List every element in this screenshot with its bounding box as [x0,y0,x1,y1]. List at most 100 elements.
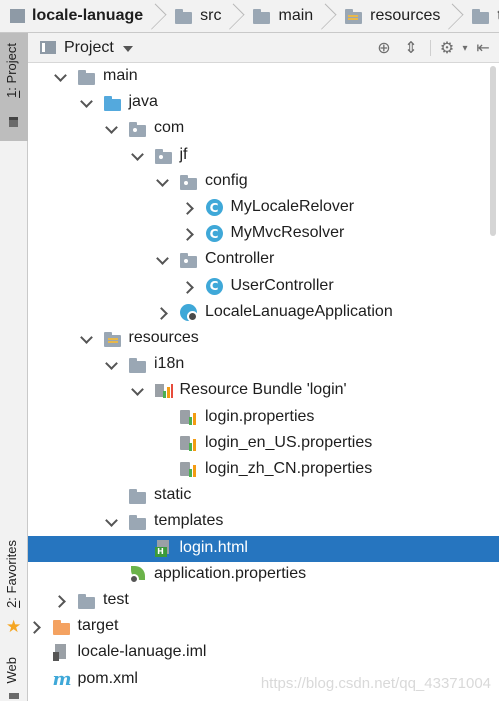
project-tool-tab-label: 1: Project [4,43,19,98]
folder-icon [78,68,96,86]
tree-item-label: target [77,617,119,635]
favorites-tool-tab-label: 2: Favorites [4,540,19,608]
project-view-selector[interactable]: Project [64,39,114,57]
tree-item[interactable]: login_zh_CN.properties [28,457,499,483]
tree-item-label: jf [179,145,188,163]
locate-file-icon[interactable]: ⊕ [375,39,393,57]
tree-item[interactable]: com [28,116,499,142]
tree-item-label: LocaleLanuageApplication [205,302,393,320]
tree-item-label: test [103,591,129,608]
tree-item[interactable]: target [28,614,499,640]
chevron-down-icon[interactable] [106,359,118,371]
tree-item[interactable]: Hlogin.html [28,535,499,562]
tree-item[interactable]: locale-lanuage.iml [28,640,499,666]
tree-item[interactable]: login_en_US.properties [28,431,499,457]
tree-item[interactable]: C UserController [28,274,499,300]
chevron-down-icon[interactable] [81,333,93,345]
folder-icon [345,8,363,24]
breadcrumb-item[interactable]: resources [335,0,462,32]
breadcrumb-item[interactable]: src [165,0,243,32]
breadcrumb-separator [319,0,329,32]
tree-item-label: i18n [154,355,185,373]
gear-dropdown-icon[interactable]: ▾ [456,39,474,57]
breadcrumb-item[interactable]: main [243,0,335,32]
tree-item-label: UserController [230,276,334,294]
tree-item[interactable]: static [28,483,499,509]
chevron-down-icon[interactable] [106,123,118,135]
tree-item-label: main [103,67,138,84]
breadcrumb-item[interactable]: locale-lanuage [0,0,165,32]
tree-item-label: Controller [205,250,275,268]
tree-item[interactable]: C MyLocaleRelover [28,195,499,221]
collapse-all-icon[interactable]: ⇕ [402,39,420,57]
chevron-down-icon[interactable] [157,176,169,188]
tree-item[interactable]: resources [28,326,499,352]
tree-item[interactable]: test [28,588,499,614]
tool-window-strip: 1: Project 2: Favorites ★ Web [0,33,28,701]
tree-scrollbar[interactable] [490,66,496,236]
breadcrumb-label: resources [370,7,441,24]
web-tool-tab-label: Web [4,657,19,684]
tree-item-label: locale-lanuage.iml [77,643,207,661]
class-icon: C [205,277,224,296]
tree-item-label: MyMvcResolver [230,224,345,242]
tree-item[interactable]: templates [28,509,499,535]
resources-folder-icon [103,330,122,348]
chevron-down-icon[interactable] [122,45,133,52]
hide-panel-icon[interactable]: ⇤ [474,39,492,57]
folder-icon [472,8,490,24]
tree-item[interactable]: LocaleLanuageApplication [28,300,499,326]
chevron-down-icon[interactable] [106,516,118,528]
folder-icon [253,8,271,24]
tree-item[interactable]: Resource Bundle 'login' [28,378,499,404]
tree-item[interactable]: Controller [28,247,499,273]
folder-icon [129,513,147,531]
chevron-down-icon[interactable] [132,385,144,397]
folder-icon [175,8,193,24]
chevron-down-icon[interactable] [157,254,169,266]
chevron-right-icon[interactable] [183,202,195,214]
module-icon [10,9,25,23]
chevron-down-icon[interactable] [55,71,67,83]
breadcrumb-separator [149,0,159,32]
chevron-right-icon[interactable] [55,595,67,607]
tree-item[interactable]: i18n [28,352,499,378]
header-divider [430,40,431,56]
tree-item[interactable]: application.properties [28,562,499,588]
chevron-right-icon[interactable] [183,281,195,293]
tree-item-label: config [205,171,248,189]
tree-item[interactable]: jf [28,143,499,169]
breadcrumb-label: main [278,7,314,24]
folder-icon [129,487,147,505]
chevron-right-icon[interactable] [183,228,195,240]
package-icon [129,120,147,138]
project-tool-tab[interactable]: 1: Project [0,33,28,141]
folder-icon [103,94,122,112]
tree-item[interactable]: java [28,90,499,116]
chevron-right-icon[interactable] [30,621,42,633]
project-tree: main java com jf config C MyLocaleRelover C MyMv… [28,64,499,701]
favorites-tool-tab[interactable]: 2: Favorites ★ [0,538,28,638]
chevron-down-icon[interactable] [132,150,144,162]
class-icon: C [205,199,224,217]
package-icon [180,251,198,269]
chevron-down-icon[interactable] [81,97,93,109]
gear-icon[interactable]: ⚙ [438,39,456,57]
tree-item[interactable]: login.properties [28,405,499,431]
breadcrumb: locale-lanuage src main resources template [0,0,499,33]
tree-item[interactable]: main [28,64,499,90]
web-tool-tab[interactable]: Web [0,655,28,701]
breadcrumb-item[interactable]: template [462,0,499,32]
chevron-right-icon[interactable] [157,307,169,319]
tree-item-label: com [154,119,185,137]
spring-app-icon [180,303,198,322]
tree-item-label: templates [154,512,224,530]
star-icon: ★ [6,617,22,636]
tree-item-label: login.html [179,538,248,556]
package-icon [180,173,198,191]
tree-item-label: MyLocaleRelover [230,198,355,215]
web-tab-icon [9,693,19,699]
tree-item[interactable]: C MyMvcResolver [28,221,499,247]
tree-item[interactable]: config [28,169,499,195]
tree-item-label: static [154,486,192,504]
